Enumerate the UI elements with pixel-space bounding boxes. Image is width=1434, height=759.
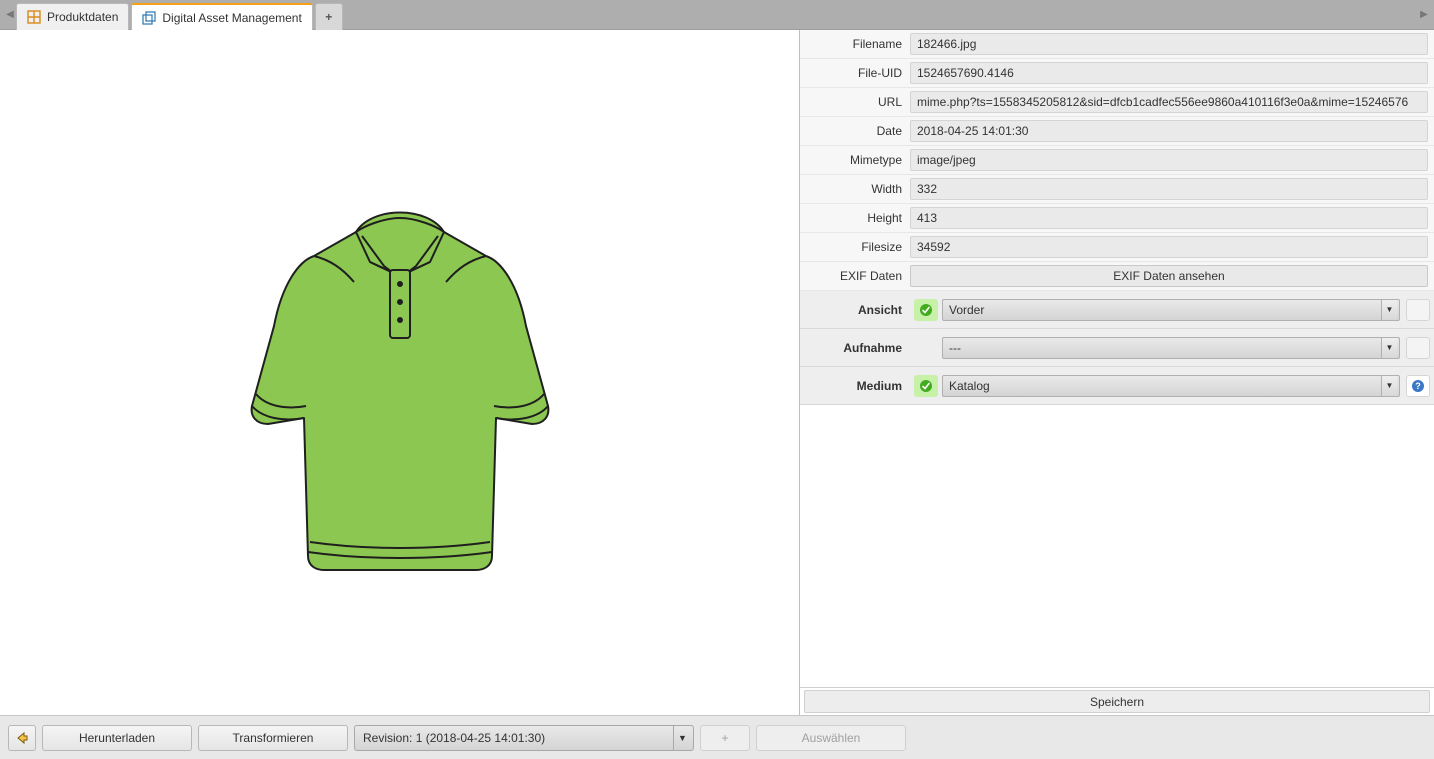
prop-value-filename: 182466.jpg (910, 33, 1428, 55)
tab-produktdaten[interactable]: Produktdaten (16, 3, 129, 30)
revision-select[interactable]: Revision: 1 (2018-04-25 14:01:30) ▼ (354, 725, 694, 751)
prop-row-filename: Filename 182466.jpg (800, 30, 1434, 59)
field-indicator (1406, 299, 1430, 321)
back-button[interactable] (8, 725, 36, 751)
save-button[interactable]: Speichern (804, 690, 1430, 713)
prop-row-date: Date 2018-04-25 14:01:30 (800, 117, 1434, 146)
prop-row-mimetype: Mimetype image/jpeg (800, 146, 1434, 175)
select-value: Katalog (949, 379, 990, 393)
exif-view-button[interactable]: EXIF Daten ansehen (910, 265, 1428, 287)
svg-text:?: ? (1415, 381, 1421, 391)
tab-dam[interactable]: Digital Asset Management (131, 3, 312, 30)
chevron-down-icon: ▼ (1381, 300, 1397, 320)
section-label: Medium (800, 379, 910, 393)
section-label: Aufnahme (800, 341, 910, 355)
properties-pane: Filename 182466.jpg File-UID 1524657690.… (800, 30, 1434, 715)
tab-bar: ◀ Produktdaten Digital Asset Management … (0, 0, 1434, 30)
product-image (234, 166, 566, 579)
select-medium[interactable]: Katalog ▼ (942, 375, 1400, 397)
stack-icon (142, 11, 156, 25)
prop-row-exif: EXIF Daten EXIF Daten ansehen (800, 262, 1434, 291)
tab-add[interactable]: + (315, 3, 343, 30)
grid-icon (27, 10, 41, 24)
preview-pane (0, 30, 800, 715)
transform-button[interactable]: Transformieren (198, 725, 348, 751)
help-button[interactable]: ? (1406, 375, 1430, 397)
prop-value-height: 413 (910, 207, 1428, 229)
prop-label: Filename (800, 37, 910, 51)
chevron-down-icon: ▼ (1381, 338, 1397, 358)
prop-label: URL (800, 95, 910, 109)
download-button[interactable]: Herunterladen (42, 725, 192, 751)
prop-value-url: mime.php?ts=1558345205812&sid=dfcb1cadfe… (910, 91, 1428, 113)
status-ok-icon (914, 375, 938, 397)
row-ansicht: Ansicht Vorder ▼ (800, 291, 1434, 329)
prop-row-width: Width 332 (800, 175, 1434, 204)
chevron-down-icon: ▼ (673, 726, 691, 750)
row-medium: Medium Katalog ▼ ? (800, 367, 1434, 405)
prop-value-date: 2018-04-25 14:01:30 (910, 120, 1428, 142)
image-preview (0, 30, 799, 715)
select-ansicht[interactable]: Vorder ▼ (942, 299, 1400, 321)
tab-label: Produktdaten (47, 10, 118, 24)
select-aufnahme[interactable]: --- ▼ (942, 337, 1400, 359)
prop-row-filesize: Filesize 34592 (800, 233, 1434, 262)
field-indicator (1406, 337, 1430, 359)
prop-row-height: Height 413 (800, 204, 1434, 233)
select-value: Revision: 1 (2018-04-25 14:01:30) (363, 731, 545, 745)
tab-scroll-left[interactable]: ◀ (4, 0, 16, 29)
select-value: Vorder (949, 303, 984, 317)
main-split: Filename 182466.jpg File-UID 1524657690.… (0, 30, 1434, 715)
prop-value-width: 332 (910, 178, 1428, 200)
prop-label: EXIF Daten (800, 269, 910, 283)
properties-fill (800, 405, 1434, 687)
prop-value-filesize: 34592 (910, 236, 1428, 258)
tab-scroll-right[interactable]: ▶ (1418, 0, 1430, 29)
app-root: ◀ Produktdaten Digital Asset Management … (0, 0, 1434, 759)
help-icon: ? (1411, 379, 1425, 393)
prop-row-fileuid: File-UID 1524657690.4146 (800, 59, 1434, 88)
chevron-down-icon: ▼ (1381, 376, 1397, 396)
bottom-toolbar: Herunterladen Transformieren Revision: 1… (0, 715, 1434, 759)
prop-value-mimetype: image/jpeg (910, 149, 1428, 171)
plus-icon: + (325, 10, 332, 24)
prop-label: Filesize (800, 240, 910, 254)
status-ok-icon (914, 299, 938, 321)
status-empty (914, 337, 938, 359)
file-properties: Filename 182466.jpg File-UID 1524657690.… (800, 30, 1434, 405)
add-revision-button: + (700, 725, 750, 751)
prop-label: Mimetype (800, 153, 910, 167)
prop-label: Height (800, 211, 910, 225)
section-label: Ansicht (800, 303, 910, 317)
prop-row-url: URL mime.php?ts=1558345205812&sid=dfcb1c… (800, 88, 1434, 117)
arrow-left-icon (15, 731, 29, 745)
prop-label: File-UID (800, 66, 910, 80)
prop-value-fileuid: 1524657690.4146 (910, 62, 1428, 84)
row-aufnahme: Aufnahme --- ▼ (800, 329, 1434, 367)
choose-button: Auswählen (756, 725, 906, 751)
select-value: --- (949, 341, 961, 355)
save-bar: Speichern (800, 687, 1434, 715)
prop-label: Date (800, 124, 910, 138)
prop-label: Width (800, 182, 910, 196)
tab-label: Digital Asset Management (162, 11, 301, 25)
